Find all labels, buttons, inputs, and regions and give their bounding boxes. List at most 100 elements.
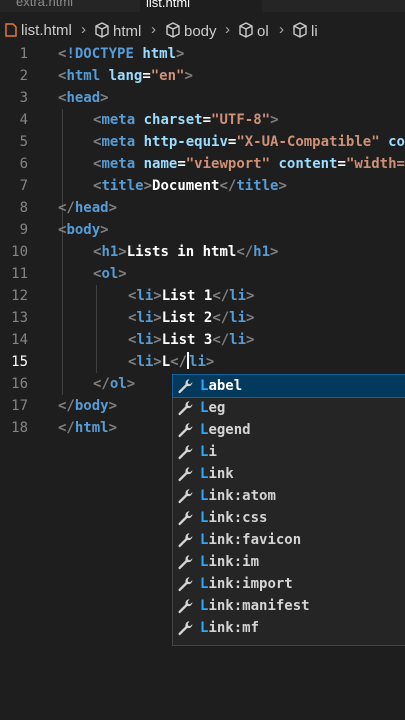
code-token: > bbox=[118, 266, 127, 282]
suggestion-rest: ink:manifest bbox=[208, 598, 310, 614]
breadcrumb-ol[interactable]: ol bbox=[238, 22, 269, 40]
wrench-icon bbox=[177, 466, 195, 482]
code-token: > bbox=[100, 90, 109, 106]
suggestion-label: Li bbox=[200, 441, 217, 463]
suggestion-item[interactable]: Label bbox=[172, 374, 405, 398]
code-token: > bbox=[143, 178, 153, 194]
code-token: List 3 bbox=[161, 332, 213, 348]
line-number: 17 bbox=[11, 398, 28, 414]
suggestion-label: Link:import bbox=[200, 573, 293, 595]
code-token: </ bbox=[93, 376, 110, 392]
breadcrumb-separator-icon: › bbox=[81, 21, 86, 38]
indent-guide bbox=[62, 109, 63, 395]
code-token: li bbox=[136, 310, 154, 326]
code-token: > bbox=[108, 420, 118, 436]
code-token: li bbox=[189, 354, 206, 370]
indent-guide bbox=[96, 285, 97, 373]
code-token: </ bbox=[58, 200, 75, 216]
autocomplete-suggestion-list[interactable]: Label Leg Legend Li Link Link:atom Link:css Lin… bbox=[172, 374, 405, 646]
code-line: <li>L</li> bbox=[128, 351, 214, 373]
tab-list-html[interactable]: list.html bbox=[140, 0, 262, 12]
tab-bar: extra.html list.html bbox=[0, 0, 405, 12]
code-token: = bbox=[337, 156, 346, 172]
code-token: meta bbox=[101, 156, 136, 172]
line-number: 2 bbox=[19, 68, 28, 84]
code-token: > bbox=[246, 288, 255, 304]
suggestion-label: Link bbox=[200, 463, 234, 485]
code-token: li bbox=[136, 332, 154, 348]
code-token: Document bbox=[152, 178, 220, 194]
code-line: <meta charset="UTF-8"> bbox=[93, 109, 279, 131]
suggestion-item[interactable]: Link:manifest bbox=[173, 595, 405, 617]
wrench-icon bbox=[177, 532, 195, 548]
breadcrumb-body[interactable]: body bbox=[165, 22, 217, 40]
breadcrumb-file[interactable]: list.html bbox=[4, 22, 72, 39]
tab-extra-html[interactable]: extra.html bbox=[10, 0, 79, 12]
wrench-icon bbox=[177, 554, 195, 570]
html-file-icon bbox=[5, 23, 17, 37]
code-token: > bbox=[270, 112, 279, 128]
line-number: 4 bbox=[19, 112, 28, 128]
code-token: title bbox=[236, 178, 279, 194]
cube-icon bbox=[239, 22, 253, 38]
breadcrumb-separator-icon: › bbox=[151, 21, 156, 38]
code-token: > bbox=[184, 68, 193, 84]
wrench-icon bbox=[177, 400, 195, 416]
code-token: > bbox=[108, 398, 118, 414]
code-token: head bbox=[74, 200, 109, 216]
suggestion-rest: ink:mf bbox=[208, 620, 260, 636]
wrench-icon bbox=[177, 620, 195, 636]
suggestion-item[interactable]: Link:atom bbox=[173, 485, 405, 507]
suggestion-item[interactable]: Link:mf bbox=[173, 617, 405, 639]
breadcrumb-body-label: body bbox=[184, 23, 217, 40]
code-token: > bbox=[278, 178, 287, 194]
code-token: > bbox=[118, 244, 127, 260]
suggestion-item[interactable]: Li bbox=[173, 441, 405, 463]
code-token: li bbox=[136, 288, 154, 304]
wrench-icon bbox=[177, 422, 195, 438]
code-token: </ bbox=[58, 398, 75, 414]
breadcrumb-separator-icon: › bbox=[279, 21, 284, 38]
code-token: > bbox=[153, 310, 162, 326]
suggestion-item[interactable]: Leg bbox=[173, 397, 405, 419]
code-token: > bbox=[176, 46, 185, 62]
code-line: <ol> bbox=[93, 263, 127, 285]
wrench-icon bbox=[177, 598, 195, 614]
code-token: head bbox=[66, 90, 101, 106]
breadcrumb-html[interactable]: html bbox=[94, 22, 141, 40]
suggestion-rest: eg bbox=[208, 400, 226, 416]
suggestion-label: Link:manifest bbox=[200, 595, 310, 617]
code-token: lang bbox=[108, 68, 143, 84]
code-token: </ bbox=[58, 420, 75, 436]
suggestion-label: Link:mf bbox=[200, 617, 259, 639]
suggestion-item[interactable]: Link:im bbox=[173, 551, 405, 573]
suggestion-rest: ink:atom bbox=[208, 488, 276, 504]
suggestion-item[interactable]: Legend bbox=[173, 419, 405, 441]
code-token: </ bbox=[170, 354, 188, 370]
code-token: > bbox=[153, 332, 162, 348]
breadcrumb-separator-icon: › bbox=[225, 21, 230, 38]
code-line: <title>Document</title> bbox=[93, 175, 287, 197]
code-line: <meta name="viewport" content="width=dev… bbox=[93, 153, 405, 175]
code-token: http-equiv bbox=[143, 134, 228, 150]
code-token: L bbox=[161, 354, 171, 370]
code-token: </ bbox=[212, 332, 230, 348]
code-token: > bbox=[126, 376, 136, 392]
suggestion-item[interactable]: Link bbox=[173, 463, 405, 485]
breadcrumb-li[interactable]: li bbox=[292, 22, 318, 40]
suggestion-item[interactable]: Link:import bbox=[173, 573, 405, 595]
code-token: body bbox=[66, 222, 101, 238]
code-token: content bbox=[388, 134, 405, 150]
suggestion-item[interactable]: Link:favicon bbox=[173, 529, 405, 551]
code-token: h1 bbox=[101, 244, 119, 260]
code-token: </ bbox=[212, 288, 230, 304]
code-token: > bbox=[205, 354, 215, 370]
breadcrumb-file-label: list.html bbox=[21, 22, 72, 39]
code-line: </html> bbox=[58, 417, 117, 439]
breadcrumb-html-label: html bbox=[113, 23, 142, 40]
code-token: = bbox=[177, 156, 186, 172]
suggestion-item[interactable]: Link:css bbox=[173, 507, 405, 529]
code-line: </body> bbox=[58, 395, 117, 417]
